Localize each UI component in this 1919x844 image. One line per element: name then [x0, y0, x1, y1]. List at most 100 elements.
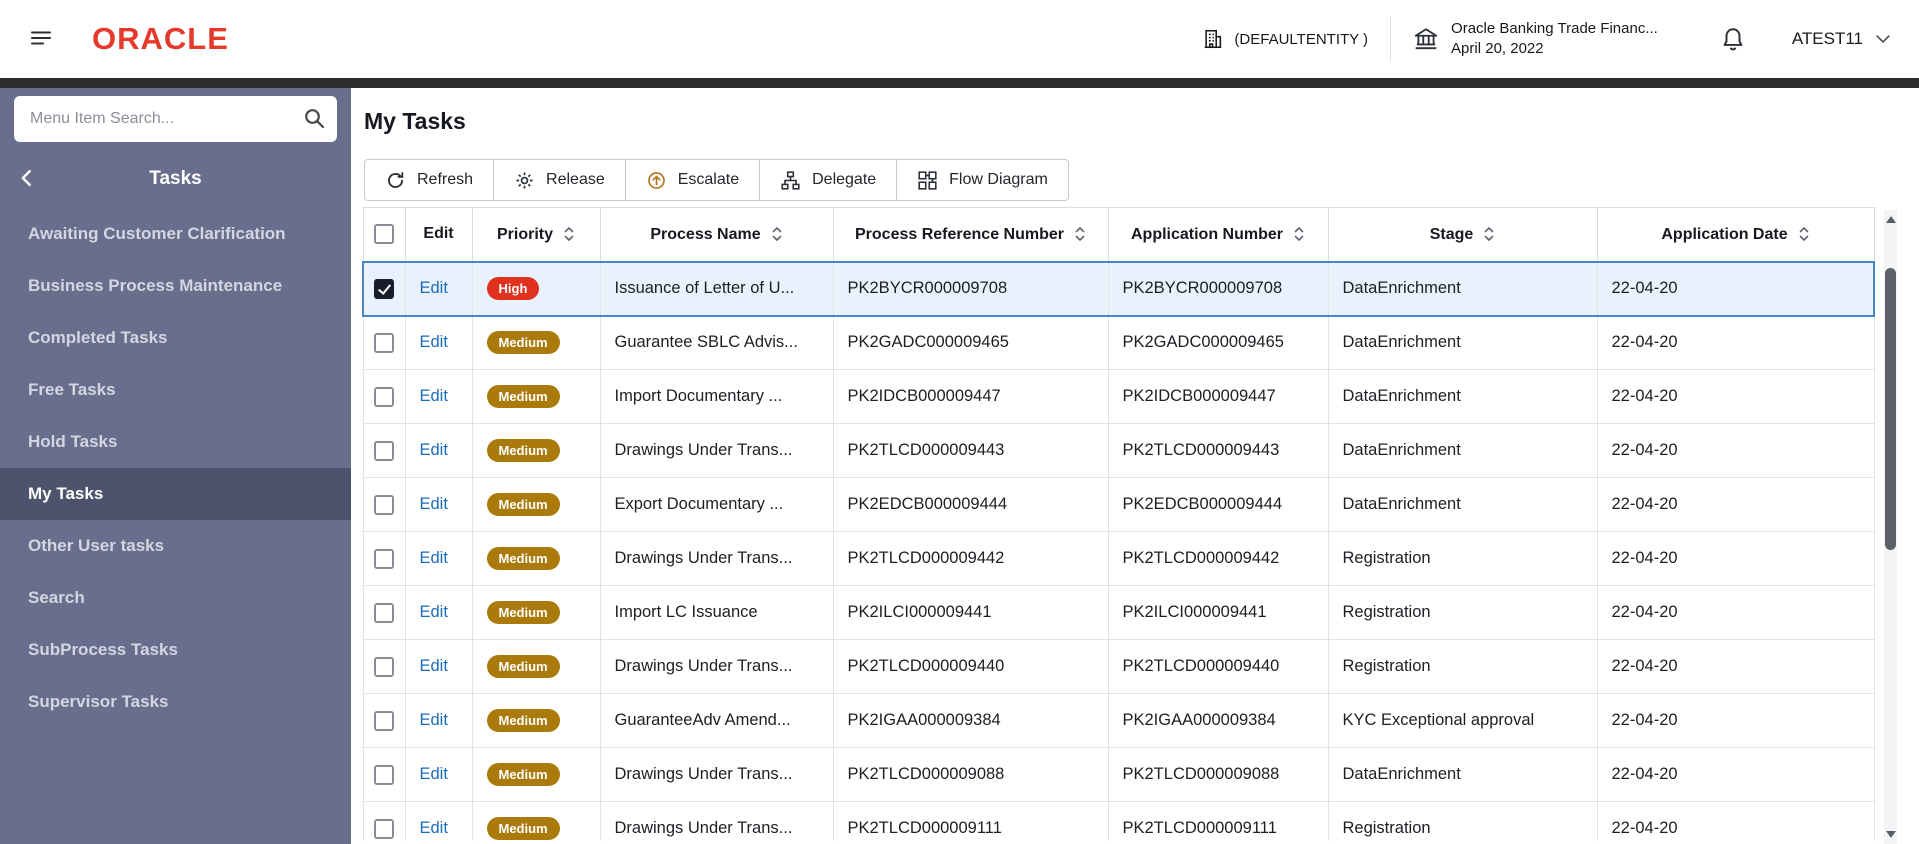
row-checkbox[interactable]	[374, 548, 394, 569]
priority-badge: Medium	[486, 601, 560, 624]
application-date-cell: 22-04-20	[1596, 639, 1875, 694]
sort-icon[interactable]	[563, 225, 575, 243]
edit-link[interactable]: Edit	[420, 765, 448, 783]
edit-link[interactable]: Edit	[420, 549, 448, 567]
edit-link[interactable]: Edit	[420, 819, 448, 837]
sidebar-item-subprocess-tasks[interactable]: SubProcess Tasks	[0, 624, 351, 676]
escalate-button[interactable]: Escalate	[624, 159, 761, 201]
notifications-button[interactable]	[1720, 26, 1746, 52]
column-header-application-number[interactable]: Application Number	[1107, 207, 1329, 262]
menu-search-input[interactable]	[14, 96, 337, 142]
vertical-scrollbar[interactable]	[1884, 210, 1897, 844]
application-date-cell: 22-04-20	[1596, 369, 1875, 424]
process-name-cell: Export Documentary ...	[599, 477, 834, 532]
edit-link[interactable]: Edit	[420, 495, 448, 513]
sidebar-item-supervisor-tasks[interactable]: Supervisor Tasks	[0, 676, 351, 728]
sidebar-item-awaiting-customer-clarification[interactable]: Awaiting Customer Clarification	[0, 208, 351, 260]
sort-icon[interactable]	[771, 225, 783, 243]
task-row: Edit Medium Drawings Under Trans... PK2TLCD…	[362, 423, 1875, 478]
column-header-stage[interactable]: Stage	[1327, 207, 1598, 262]
row-checkbox[interactable]	[374, 602, 394, 623]
column-header-process-reference-number[interactable]: Process Reference Number	[832, 207, 1109, 262]
column-header-edit: Edit	[404, 207, 473, 262]
task-row: Edit Medium Drawings Under Trans... PK2TLCD…	[362, 639, 1875, 694]
application-number-cell: PK2TLCD000009088	[1107, 747, 1329, 802]
application-date-cell: 22-04-20	[1596, 477, 1875, 532]
process-name-cell: Drawings Under Trans...	[599, 747, 834, 802]
task-row: Edit Medium Import Documentary ... PK2IDCB0…	[362, 369, 1875, 424]
column-label: Process Reference Number	[855, 225, 1064, 243]
sort-icon[interactable]	[1293, 225, 1305, 243]
process-name-cell: Guarantee SBLC Advis...	[599, 315, 834, 370]
row-checkbox[interactable]	[374, 656, 394, 677]
back-button[interactable]	[12, 164, 42, 194]
sort-icon[interactable]	[1074, 225, 1086, 243]
search-button[interactable]	[301, 106, 327, 132]
row-checkbox[interactable]	[374, 278, 395, 299]
bell-icon	[1720, 26, 1746, 52]
edit-link[interactable]: Edit	[420, 387, 448, 405]
release-button[interactable]: Release	[493, 159, 626, 201]
task-row: Edit Medium Drawings Under Trans... PK2TLCD…	[362, 747, 1875, 802]
row-checkbox[interactable]	[374, 332, 394, 353]
escalate-icon	[646, 170, 667, 191]
stage-cell: DataEnrichment	[1327, 315, 1598, 370]
row-checkbox[interactable]	[374, 764, 394, 785]
flow-diagram-button[interactable]: Flow Diagram	[896, 159, 1069, 201]
sidebar-item-my-tasks[interactable]: My Tasks	[0, 468, 351, 520]
release-icon	[514, 170, 535, 191]
sort-icon[interactable]	[1798, 225, 1810, 243]
column-header-priority[interactable]: Priority	[471, 207, 601, 262]
row-checkbox[interactable]	[374, 710, 394, 731]
edit-link[interactable]: Edit	[420, 657, 448, 675]
hamburger-menu-button[interactable]	[24, 22, 58, 56]
process-reference-number-cell: PK2ILCI000009441	[832, 585, 1109, 640]
sort-icon[interactable]	[1483, 225, 1495, 243]
edit-link[interactable]: Edit	[420, 441, 448, 459]
process-reference-number-cell: PK2TLCD000009111	[832, 801, 1109, 841]
column-header-process-name[interactable]: Process Name	[599, 207, 834, 262]
column-label: Edit	[423, 225, 454, 243]
process-name-cell: Drawings Under Trans...	[599, 423, 834, 478]
dark-strip	[0, 78, 1919, 88]
building-icon	[1202, 28, 1224, 50]
priority-badge: Medium	[486, 493, 560, 516]
refresh-icon	[385, 170, 406, 191]
stage-cell: Registration	[1327, 585, 1598, 640]
edit-link[interactable]: Edit	[420, 333, 448, 351]
sidebar-item-hold-tasks[interactable]: Hold Tasks	[0, 416, 351, 468]
sidebar-item-other-user-tasks[interactable]: Other User tasks	[0, 520, 351, 572]
column-header-application-date[interactable]: Application Date	[1596, 207, 1875, 262]
refresh-button[interactable]: Refresh	[364, 159, 495, 201]
priority-badge: High	[486, 277, 540, 300]
scroll-down-arrow[interactable]	[1885, 831, 1896, 838]
edit-link[interactable]: Edit	[420, 711, 448, 729]
sidebar-item-search[interactable]: Search	[0, 572, 351, 624]
scroll-up-arrow[interactable]	[1885, 216, 1896, 223]
select-all-checkbox[interactable]	[374, 224, 394, 245]
row-checkbox[interactable]	[374, 440, 394, 461]
sidebar-item-free-tasks[interactable]: Free Tasks	[0, 364, 351, 416]
search-icon	[302, 106, 326, 130]
process-name-cell: Drawings Under Trans...	[599, 531, 834, 586]
application-date-cell: 22-04-20	[1596, 747, 1875, 802]
entity-label: (DEFAULTENTITY )	[1234, 30, 1369, 48]
edit-link[interactable]: Edit	[420, 603, 448, 621]
application-date-cell: 22-04-20	[1596, 585, 1875, 640]
process-name-cell: Issuance of Letter of U...	[599, 260, 834, 317]
row-checkbox[interactable]	[374, 494, 394, 515]
edit-link[interactable]: Edit	[420, 279, 448, 297]
sidebar-section-head: Tasks	[0, 164, 351, 194]
sidebar-item-completed-tasks[interactable]: Completed Tasks	[0, 312, 351, 364]
user-menu[interactable]: ATEST11	[1792, 29, 1893, 49]
header-divider	[1390, 17, 1392, 61]
sidebar-item-business-process-maintenance[interactable]: Business Process Maintenance	[0, 260, 351, 312]
row-checkbox[interactable]	[374, 818, 394, 839]
priority-badge: Medium	[486, 763, 560, 786]
scrollbar-thumb[interactable]	[1885, 268, 1896, 550]
row-checkbox[interactable]	[374, 386, 394, 407]
application-date-cell: 22-04-20	[1596, 531, 1875, 586]
app-name: Oracle Banking Trade Financ...	[1451, 20, 1658, 37]
delegate-button[interactable]: Delegate	[759, 159, 898, 201]
entity-selector[interactable]: (DEFAULTENTITY )	[1202, 28, 1368, 50]
